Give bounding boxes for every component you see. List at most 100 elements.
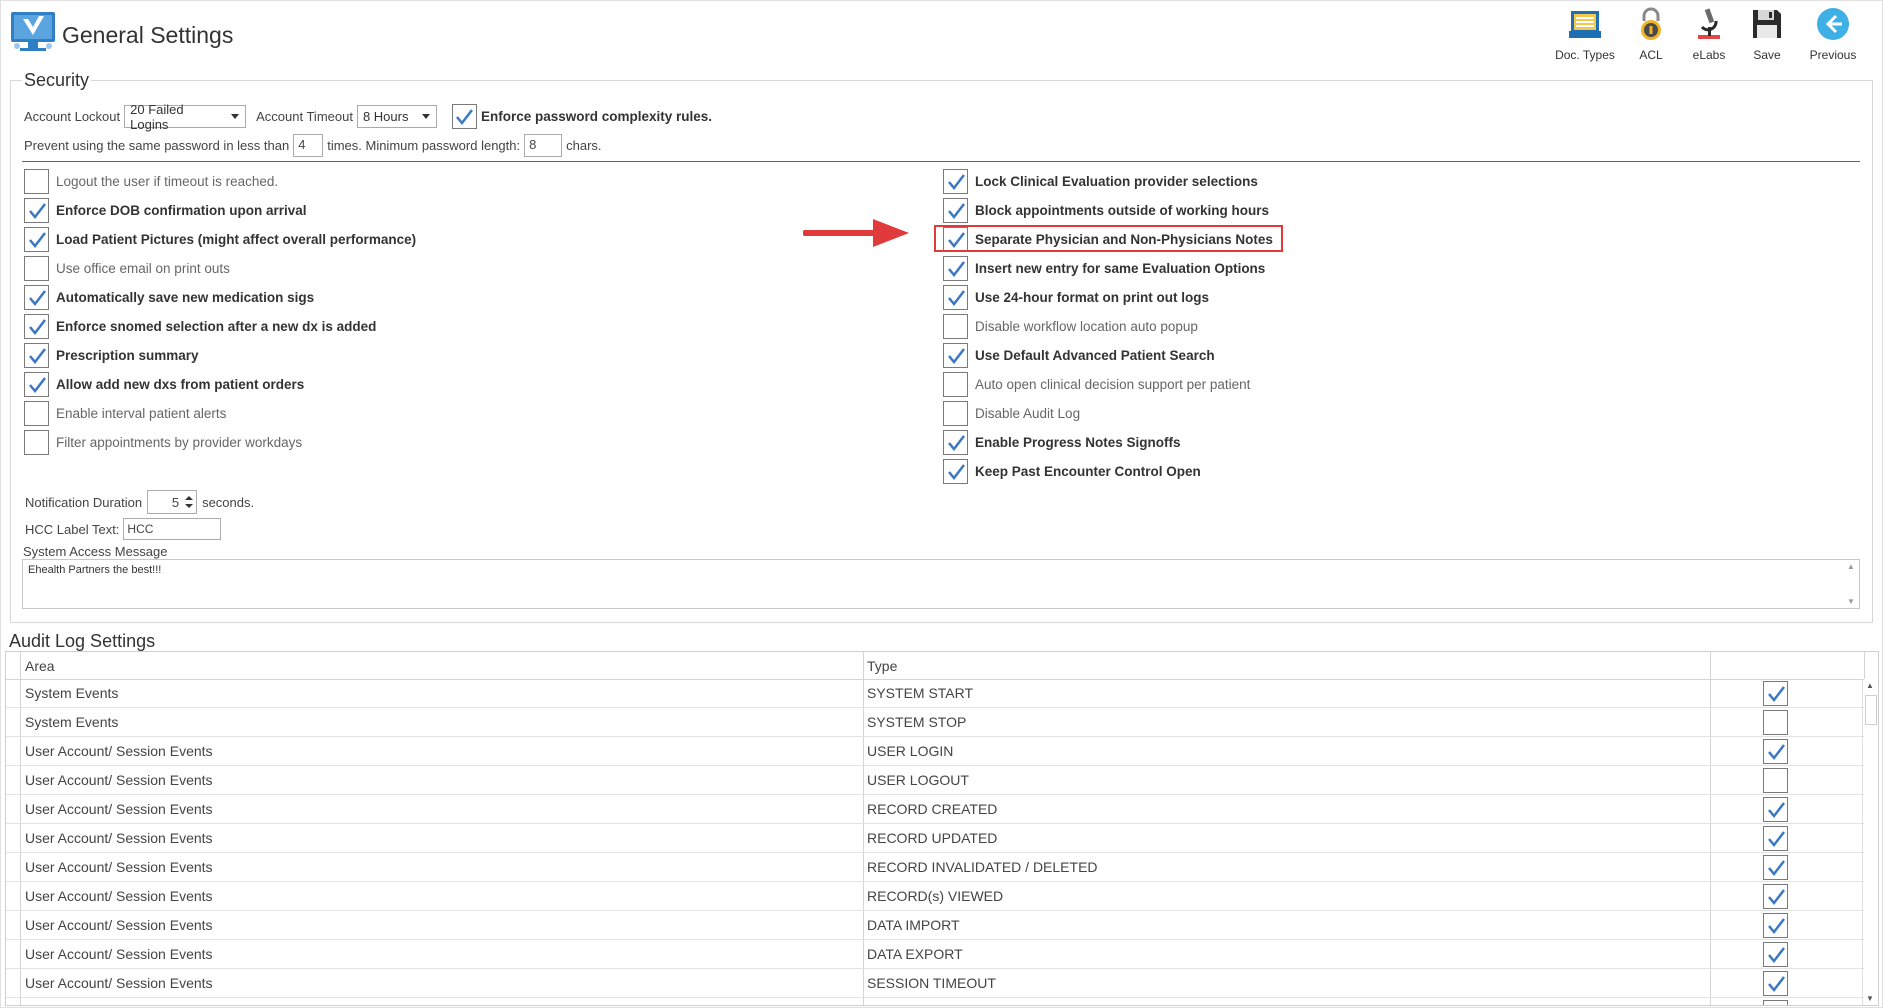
column-header-type[interactable]: Type [867,658,897,674]
table-row[interactable]: User Account/ Session Events SESSION TIME… [6,969,1864,998]
option-checkbox[interactable] [943,401,968,426]
textarea-scrollbar[interactable]: ▲ ▼ [1845,562,1857,606]
option-row[interactable]: Keep Past Encounter Control Open [943,459,1201,484]
row-checkbox[interactable] [1763,1000,1788,1005]
option-checkbox[interactable] [24,169,49,194]
audit-header: Area Type [6,652,1864,680]
option-checkbox[interactable] [24,256,49,281]
option-checkbox[interactable] [24,314,49,339]
row-checkbox[interactable] [1763,971,1788,996]
row-checkbox[interactable] [1763,884,1788,909]
option-checkbox[interactable] [943,169,968,194]
option-row[interactable]: Use office email on print outs [24,256,230,281]
account-timeout-label: Account Timeout [256,109,353,124]
row-checkbox[interactable] [1763,826,1788,851]
scroll-up-icon[interactable]: ▲ [1866,681,1874,690]
prevent-reuse-label: Prevent using the same password in less … [24,138,290,153]
option-checkbox[interactable] [943,256,968,281]
option-label: Keep Past Encounter Control Open [975,464,1201,479]
option-checkbox[interactable] [943,372,968,397]
option-row[interactable]: Prescription summary [24,343,199,368]
option-checkbox[interactable] [943,459,968,484]
table-row[interactable]: User Account/ Session Events RECORD INVAL… [6,853,1864,882]
option-row[interactable]: Allow add new dxs from patient orders [24,372,304,397]
option-checkbox[interactable] [943,430,968,455]
option-row[interactable]: Enable interval patient alerts [24,401,226,426]
option-row[interactable]: Enable Progress Notes Signoffs [943,430,1181,455]
elabs-label: eLabs [1692,48,1726,62]
row-checkbox[interactable] [1763,710,1788,735]
option-label: Load Patient Pictures (might affect over… [56,232,417,247]
table-row[interactable]: User Account/ Session Events RECORD CREAT… [6,795,1864,824]
previous-button[interactable]: Previous [1797,6,1869,62]
spinner-arrows-icon[interactable] [185,495,194,509]
row-checkbox[interactable] [1763,681,1788,706]
option-checkbox[interactable] [24,343,49,368]
elabs-button[interactable]: eLabs [1681,6,1737,62]
audit-table: Area Type System Events SYSTEM START Syste… [5,651,1879,1006]
option-label: Use Default Advanced Patient Search [975,348,1215,363]
hcc-input[interactable]: HCC [123,518,222,540]
option-row[interactable]: Logout the user if timeout is reached. [24,169,278,194]
option-checkbox[interactable] [24,285,49,310]
account-timeout-value: 8 Hours [362,109,409,124]
option-row[interactable]: Enforce DOB confirmation upon arrival [24,198,307,223]
notification-duration-spinner[interactable]: 5 [147,490,198,514]
option-row[interactable]: Filter appointments by provider workdays [24,430,302,455]
table-row[interactable]: User Account/ Session Events DATA EXPORT [6,940,1864,969]
column-header-area[interactable]: Area [25,658,55,674]
scroll-down-icon[interactable]: ▼ [1866,994,1874,1003]
option-row[interactable]: Load Patient Pictures (might affect over… [24,227,416,252]
option-row[interactable]: Block appointments outside of working ho… [943,198,1269,223]
option-row[interactable]: Use Default Advanced Patient Search [943,343,1215,368]
option-checkbox[interactable] [943,198,968,223]
option-checkbox[interactable] [943,314,968,339]
row-checkbox[interactable] [1763,768,1788,793]
cell-type: DATA EXPORT [867,946,963,962]
table-row[interactable]: User Account/ Session Events DATA IMPORT [6,911,1864,940]
option-checkbox[interactable] [24,372,49,397]
option-checkbox[interactable] [24,227,49,252]
table-row[interactable]: User Account/ Session Events RECORD UPDAT… [6,824,1864,853]
table-row[interactable]: System Events SYSTEM START [6,679,1864,708]
enforce-complexity-checkbox[interactable] [451,104,477,129]
option-row[interactable]: Use 24-hour format on print out logs [943,285,1209,310]
option-checkbox[interactable] [943,285,968,310]
account-timeout-select[interactable]: 8 Hours [356,105,437,128]
account-lockout-select[interactable]: 20 Failed Logins [124,102,247,132]
option-checkbox[interactable] [24,401,49,426]
min-length-input[interactable]: 8 [524,134,563,157]
table-scrollbar[interactable]: ▲ ▼ [1862,679,1878,1005]
option-row[interactable]: Auto open clinical decision support per … [943,372,1250,397]
table-row[interactable]: User Account/ Session Events SESSION UPDA… [6,998,1864,1005]
row-checkbox[interactable] [1763,942,1788,967]
table-row[interactable]: User Account/ Session Events USER LOGOUT [6,766,1864,795]
row-checkbox[interactable] [1763,797,1788,822]
cell-area: User Account/ Session Events [25,772,213,788]
doc-types-button[interactable]: Doc. Types [1549,6,1621,62]
acl-button[interactable]: ACL [1623,6,1679,62]
row-checkbox[interactable] [1763,855,1788,880]
checkmark-icon [28,202,46,219]
min-length-suffix: chars. [566,138,602,153]
row-checkbox[interactable] [1763,913,1788,938]
option-checkbox[interactable] [24,430,49,455]
option-row[interactable]: Insert new entry for same Evaluation Opt… [943,256,1265,281]
option-row[interactable]: Disable Audit Log [943,401,1080,426]
option-row[interactable]: Automatically save new medication sigs [24,285,314,310]
row-checkbox[interactable] [1763,739,1788,764]
option-checkbox[interactable] [24,198,49,223]
scrollbar-thumb[interactable] [1865,695,1877,725]
checkmark-icon [1767,743,1785,760]
table-row[interactable]: User Account/ Session Events USER LOGIN [6,737,1864,766]
table-row[interactable]: System Events SYSTEM STOP [6,708,1864,737]
prevent-reuse-input[interactable]: 4 [293,134,324,157]
option-row[interactable]: Enforce snomed selection after a new dx … [24,314,376,339]
option-row[interactable]: Disable workflow location auto popup [943,314,1198,339]
option-row[interactable]: Lock Clinical Evaluation provider select… [943,169,1258,194]
table-row[interactable]: User Account/ Session Events RECORD(s) VI… [6,882,1864,911]
system-access-textarea[interactable]: Ehealth Partners the best!!! ▲ ▼ [22,559,1860,609]
option-checkbox[interactable] [943,343,968,368]
checkmark-icon [1782,1004,1783,1005]
save-button[interactable]: Save [1739,6,1795,62]
